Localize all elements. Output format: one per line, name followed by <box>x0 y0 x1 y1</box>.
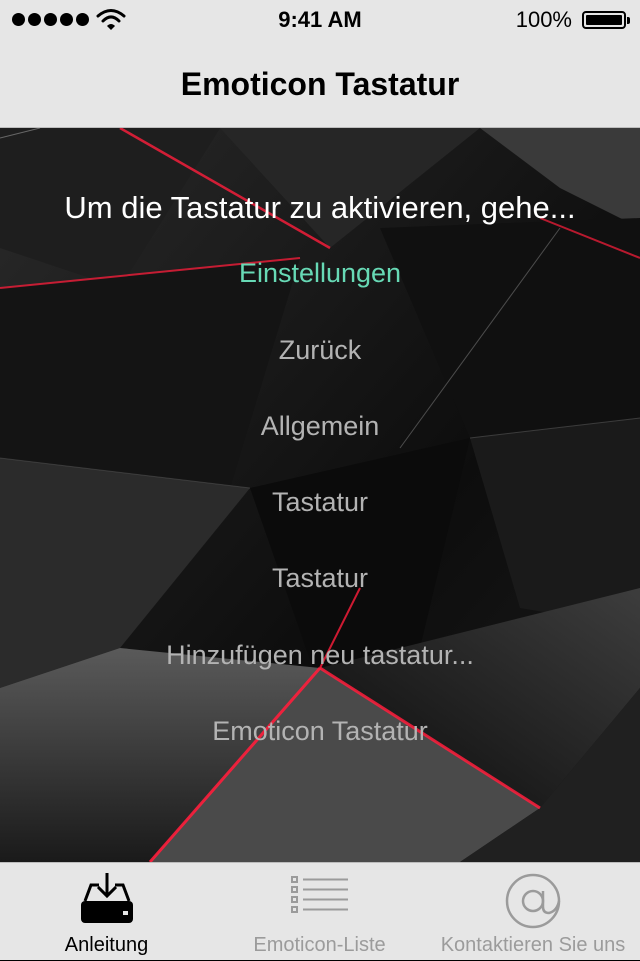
list-icon <box>290 876 348 913</box>
tab-label-instructions: Anleitung <box>64 934 149 956</box>
step-general: Allgemein <box>260 411 380 441</box>
step-settings: Einstellungen <box>238 258 402 288</box>
tab-instructions[interactable]: Anleitung <box>0 863 213 961</box>
at-sign-icon <box>505 873 561 929</box>
step-add-new-keyboard: Hinzufügen neu tastatur... <box>166 640 474 670</box>
step-back: Zurück <box>278 335 362 365</box>
tab-bar: Anleitung Emoticon-Liste Kontaktieren Si… <box>0 862 640 960</box>
tab-contact-us[interactable]: Kontaktieren Sie uns <box>426 863 640 961</box>
battery-percentage: 100% <box>515 7 572 32</box>
instructions-heading: Um die Tastatur zu aktivieren, gehe... <box>64 190 576 225</box>
step-keyboard: Tastatur <box>271 487 369 517</box>
step-keyboards: Tastatur <box>271 563 369 593</box>
status-bar: 9:41 AM 100% <box>0 0 640 40</box>
step-emoticon-keyboard: Emoticon Tastatur <box>212 716 428 746</box>
download-tray-icon <box>80 873 133 923</box>
tab-emoticon-list[interactable]: Emoticon-Liste <box>213 863 426 961</box>
navigation-bar: Emoticon Tastatur <box>0 40 640 128</box>
tab-label-emoticon-list: Emoticon-Liste <box>253 934 386 956</box>
instructions-panel: Um die Tastatur zu aktivieren, gehe... E… <box>0 128 640 862</box>
battery-icon <box>582 11 630 29</box>
tab-label-contact-us: Kontaktieren Sie uns <box>440 934 626 956</box>
page-title: Emoticon Tastatur <box>180 66 460 102</box>
